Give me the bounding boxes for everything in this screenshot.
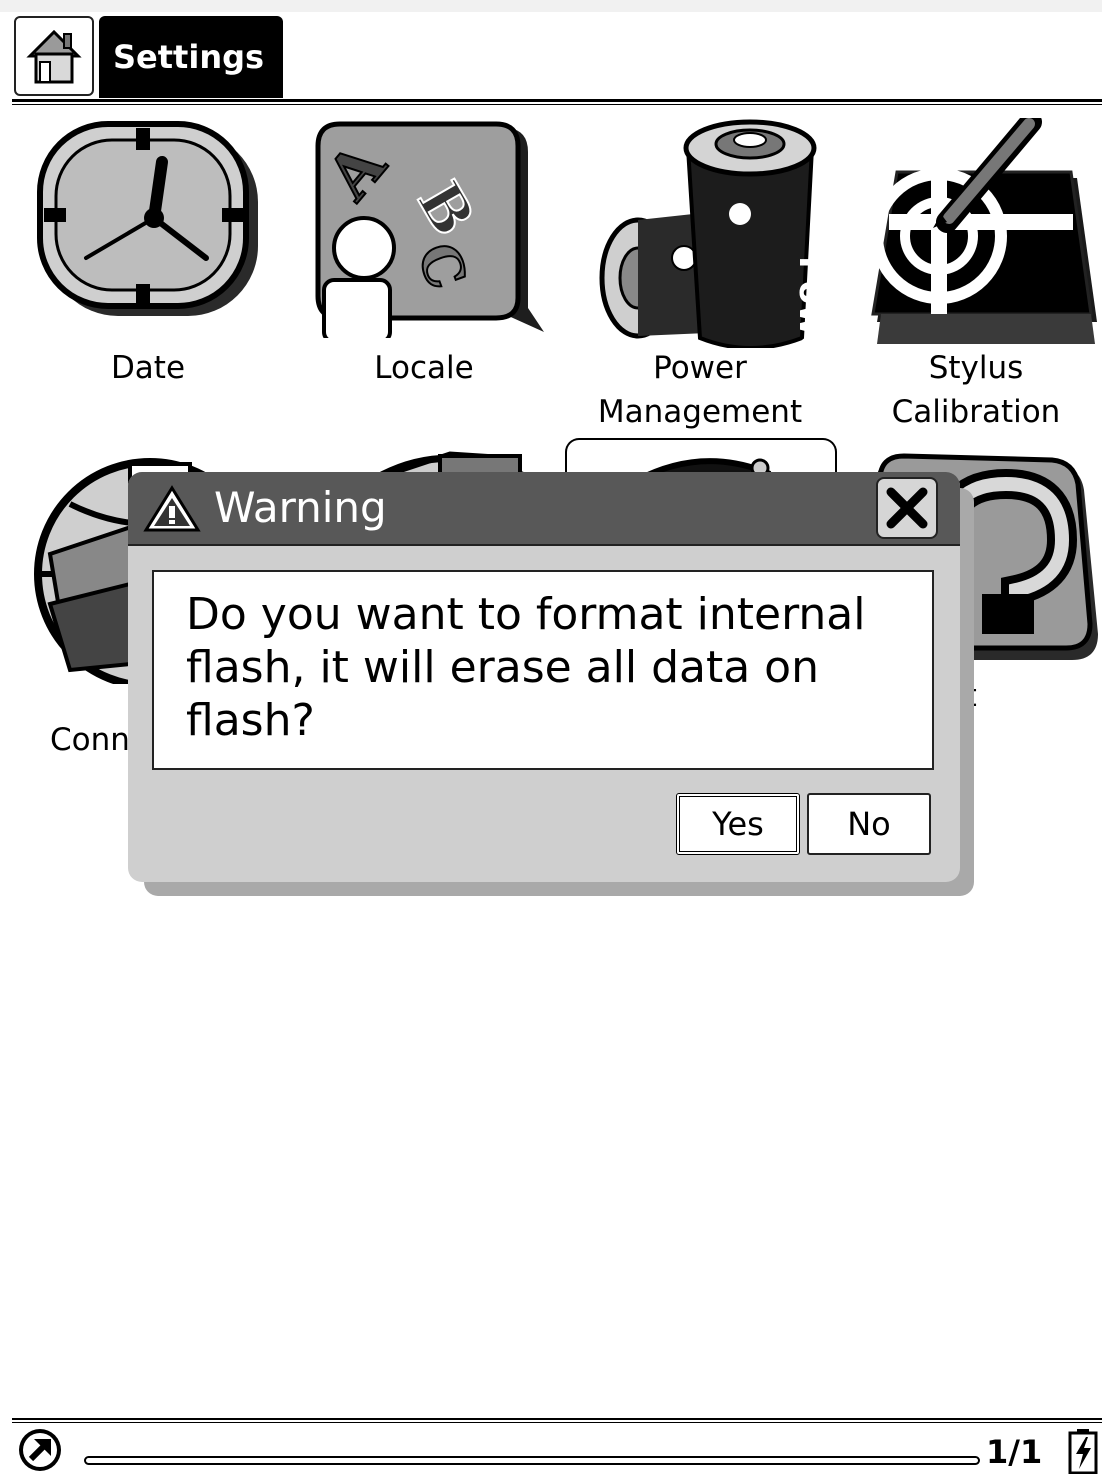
dialog-title: Warning: [214, 483, 387, 532]
close-icon: [886, 487, 928, 529]
locale-abc-icon: A B C: [311, 121, 544, 338]
settings-item-label: Conn: [50, 722, 130, 758]
settings-item-label: Stylus Calibration: [838, 346, 1102, 434]
settings-item-label: Power Management: [562, 346, 838, 434]
home-icon: [26, 29, 82, 84]
settings-item-date[interactable]: Date: [10, 118, 286, 398]
top-strip: [0, 0, 1102, 12]
menu-button[interactable]: [16, 1426, 74, 1478]
stylus-target-icon: [871, 118, 1097, 344]
header-divider: [12, 99, 1102, 102]
page-title: Settings: [99, 16, 283, 98]
warning-icon: [143, 485, 201, 532]
no-button[interactable]: No: [807, 793, 931, 855]
footer-divider: [12, 1418, 1102, 1420]
dialog-message: Do you want to format internal flash, it…: [152, 570, 934, 770]
home-button[interactable]: [14, 16, 94, 96]
yes-button[interactable]: Yes: [676, 793, 800, 855]
arrow-up-right-icon: [19, 1429, 61, 1471]
settings-item-stylus-calibration[interactable]: Stylus Calibration: [838, 118, 1102, 438]
settings-item-locale[interactable]: A B C Locale: [286, 118, 562, 398]
battery-power-icon: Power: [599, 119, 820, 348]
dialog-titlebar: Warning: [128, 472, 960, 546]
settings-item-label: Locale: [374, 350, 474, 386]
battery-charging-icon: [1068, 1428, 1098, 1478]
warning-dialog: Warning Do you want to format internal f…: [128, 472, 960, 882]
settings-item-label-line: Stylus Calibration: [891, 350, 1061, 430]
settings-item-label-line: Power Management: [597, 350, 803, 430]
page-progress-bar: [84, 1456, 980, 1465]
settings-item-label: Date: [110, 350, 186, 386]
dialog-close-button[interactable]: [876, 477, 938, 539]
svg-text:Power: Power: [791, 256, 820, 348]
footer-divider-thin: [12, 1422, 1102, 1423]
header-divider-thin: [12, 104, 1102, 105]
clock-icon: [37, 121, 258, 316]
settings-item-power-management[interactable]: Power Power Management: [562, 118, 838, 438]
page-number: 1/1: [986, 1433, 1043, 1471]
